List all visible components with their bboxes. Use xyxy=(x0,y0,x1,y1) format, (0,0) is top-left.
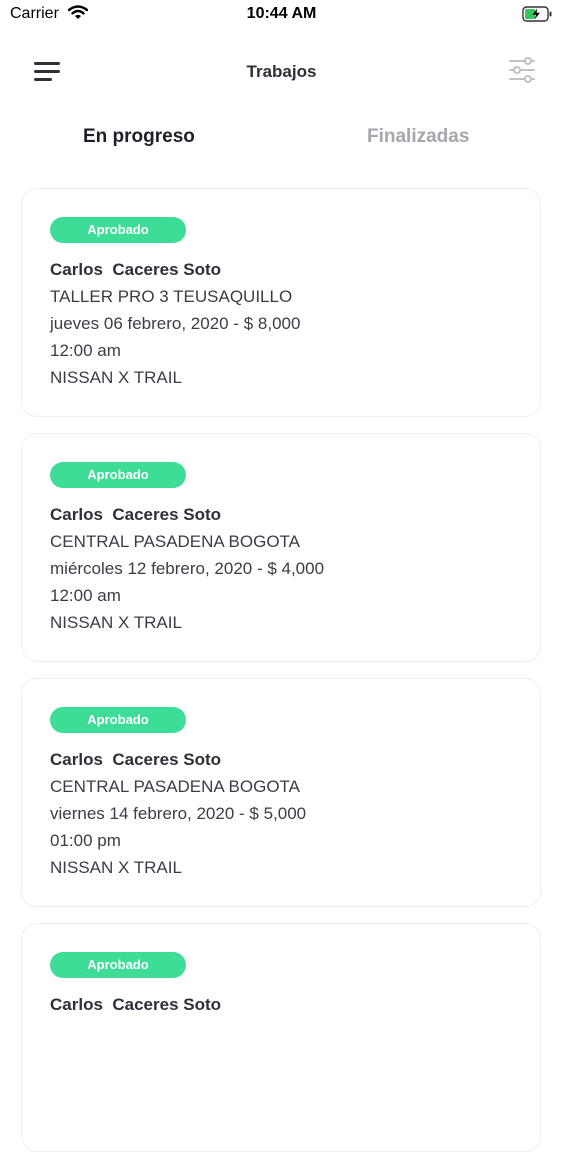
client-name: Carlos Caceres Soto xyxy=(50,260,222,279)
tab-finalizadas[interactable]: Finalizadas xyxy=(367,126,469,148)
vehicle-name: NISSAN X TRAIL xyxy=(50,368,182,387)
job-time: 01:00 pm xyxy=(50,831,121,850)
date-price: viernes 14 febrero, 2020 - $ 5,000 xyxy=(50,804,307,823)
date-price: miércoles 12 febrero, 2020 - $ 4,000 xyxy=(50,559,325,578)
client-name: Carlos Caceres Soto xyxy=(50,995,222,1014)
client-name: Carlos Caceres Soto xyxy=(50,505,222,524)
client-name: Carlos Caceres Soto xyxy=(50,750,222,769)
vehicle-name: NISSAN X TRAIL xyxy=(50,613,182,632)
status-badge: Aprobado xyxy=(50,952,186,978)
job-card[interactable]: Aprobado Carlos Caceres Soto xyxy=(21,923,541,1152)
tab-en-progreso[interactable]: En progreso xyxy=(83,126,195,148)
vehicle-name: NISSAN X TRAIL xyxy=(50,858,182,877)
job-card[interactable]: Aprobado Carlos Caceres Soto CENTRAL PAS… xyxy=(21,678,541,907)
job-card[interactable]: Aprobado Carlos Caceres Soto CENTRAL PAS… xyxy=(21,433,541,662)
page-title: Trabajos xyxy=(246,62,317,81)
status-badge: Aprobado xyxy=(50,217,186,243)
navigation-bar: Trabajos xyxy=(0,45,563,97)
status-badge: Aprobado xyxy=(50,707,186,733)
workshop-name: TALLER PRO 3 TEUSAQUILLO xyxy=(50,287,293,306)
clock: 10:44 AM xyxy=(246,5,317,22)
workshop-name: CENTRAL PASADENA BOGOTA xyxy=(50,777,301,796)
battery-charging-icon xyxy=(522,6,554,27)
status-bar: Carrier 10:44 AM xyxy=(0,0,563,30)
date-price: jueves 06 febrero, 2020 - $ 8,000 xyxy=(50,314,301,333)
job-card[interactable]: Aprobado Carlos Caceres Soto TALLER PRO … xyxy=(21,188,541,417)
workshop-name: CENTRAL PASADENA BOGOTA xyxy=(50,532,301,551)
status-badge: Aprobado xyxy=(50,462,186,488)
job-time: 12:00 am xyxy=(50,586,121,605)
job-time: 12:00 am xyxy=(50,341,121,360)
sliders-filter-icon[interactable] xyxy=(508,57,536,88)
